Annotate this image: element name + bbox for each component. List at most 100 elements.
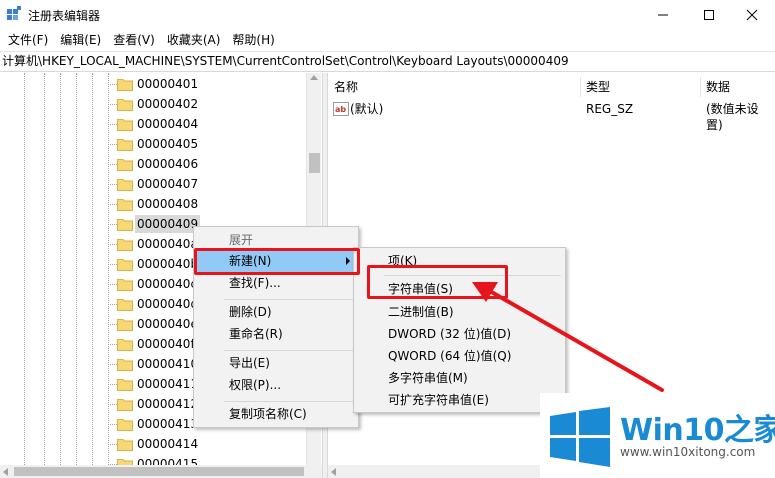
submenu-item-multi-string-value[interactable]: 多字符串值(M) <box>354 367 565 389</box>
menu-item-copy-key-name[interactable]: 复制项名称(C) <box>194 403 358 425</box>
tree-connector <box>108 224 117 225</box>
maximize-button[interactable] <box>686 0 732 30</box>
folder-icon <box>117 239 133 251</box>
tree-item[interactable]: 00000405 <box>108 134 308 154</box>
menu-help[interactable]: 帮助(H) <box>228 30 280 50</box>
folder-icon <box>117 359 133 371</box>
tree-item-label: 00000414 <box>137 437 199 451</box>
tree-item-label: 00000402 <box>137 97 199 111</box>
scrollbar-thumb[interactable] <box>309 153 320 173</box>
tree-item-label: 00000411 <box>137 377 199 391</box>
tree-item[interactable]: 00000407 <box>108 174 308 194</box>
tree-horizontal-scrollbar[interactable] <box>0 465 322 478</box>
tree-connector <box>108 184 117 185</box>
scrollbar-thumb[interactable] <box>14 467 304 476</box>
values-horizontal-scrollbar[interactable] <box>328 465 543 478</box>
column-header-data[interactable]: 数据 <box>706 77 730 97</box>
column-header-name[interactable]: 名称 <box>334 77 358 97</box>
folder-icon <box>117 319 133 331</box>
submenu-item-qword-value[interactable]: QWORD (64 位)值(Q) <box>354 345 565 367</box>
tree-connector <box>108 244 117 245</box>
annotation-highlight-box <box>194 248 360 275</box>
close-button[interactable] <box>729 0 775 30</box>
folder-icon <box>117 339 133 351</box>
folder-icon <box>117 219 133 231</box>
scroll-left-icon[interactable] <box>331 468 336 476</box>
folder-icon <box>117 419 133 431</box>
column-divider[interactable] <box>700 77 701 97</box>
tree-item[interactable]: 00000415 <box>108 454 308 465</box>
registry-editor-icon <box>7 6 21 20</box>
tree-connector <box>108 444 117 445</box>
menu-file[interactable]: 文件(F) <box>4 30 54 50</box>
windows-logo-icon <box>550 407 610 467</box>
folder-icon <box>117 259 133 271</box>
folder-icon <box>117 179 133 191</box>
tree-item-label: 0000040c <box>137 277 198 291</box>
column-divider[interactable] <box>580 77 581 97</box>
menu-separator <box>224 299 354 300</box>
tree-guide-line <box>44 73 45 465</box>
scroll-up-icon[interactable] <box>310 75 318 80</box>
tree-connector <box>108 304 117 305</box>
column-header-type[interactable]: 类型 <box>586 77 610 97</box>
tree-item-label: 00000401 <box>137 77 199 91</box>
watermark: Win10之家 www.win10xitong.com <box>540 393 775 478</box>
menu-edit[interactable]: 编辑(E) <box>56 30 107 50</box>
maximize-icon <box>704 10 714 20</box>
tree-item-label: 00000405 <box>137 137 199 151</box>
tree-item-label: 00000413 <box>137 417 199 431</box>
tree-item-label: 00000406 <box>137 157 199 171</box>
submenu-item-expandable-string-value[interactable]: 可扩充字符串值(E) <box>354 389 565 411</box>
tree-item[interactable]: 00000414 <box>108 434 308 454</box>
address-bar[interactable]: 计算机\HKEY_LOCAL_MACHINE\SYSTEM\CurrentCon… <box>0 51 775 72</box>
tree-connector <box>108 344 117 345</box>
tree-connector <box>108 284 117 285</box>
tree-item[interactable]: 00000408 <box>108 194 308 214</box>
watermark-brand-win10: Win10 <box>620 413 724 448</box>
tree-item[interactable]: 00000402 <box>108 94 308 114</box>
tree-item-label: 00000415 <box>137 457 199 465</box>
submenu-item-binary-value[interactable]: 二进制值(B) <box>354 301 565 323</box>
folder-icon <box>117 459 133 465</box>
menu-separator <box>224 350 354 351</box>
menu-favorites[interactable]: 收藏夹(A) <box>163 30 227 50</box>
tree-connector <box>108 104 117 105</box>
value-type: REG_SZ <box>586 102 634 116</box>
value-data: (数值未设置) <box>706 102 759 132</box>
folder-icon <box>117 159 133 171</box>
annotation-highlight-box <box>367 265 508 299</box>
value-name: (默认) <box>350 102 384 116</box>
tree-item[interactable]: 00000404 <box>108 114 308 134</box>
tree-connector <box>108 264 117 265</box>
folder-icon <box>117 379 133 391</box>
scroll-left-icon[interactable] <box>3 468 8 476</box>
menu-separator <box>224 401 354 402</box>
tree-item-label: 0000040b <box>137 257 199 271</box>
svg-text:ab: ab <box>335 105 346 114</box>
menu-item-delete[interactable]: 删除(D) <box>194 301 358 323</box>
tree-guide-line <box>60 73 61 465</box>
menu-item-export[interactable]: 导出(E) <box>194 352 358 374</box>
tree-item[interactable]: 00000401 <box>108 74 308 94</box>
folder-icon <box>117 299 133 311</box>
tree-item[interactable]: 00000406 <box>108 154 308 174</box>
tree-item-label: 00000409 <box>135 215 201 233</box>
folder-icon <box>117 439 133 451</box>
menu-item-permissions[interactable]: 权限(P)... <box>194 374 358 396</box>
value-row[interactable]: ab (默认) REG_SZ (数值未设置) <box>328 99 775 132</box>
folder-icon <box>117 139 133 151</box>
tree-connector <box>108 164 117 165</box>
tree-item-label: 0000040e <box>137 317 198 331</box>
submenu-item-dword-value[interactable]: DWORD (32 位)值(D) <box>354 323 565 345</box>
tree-guide-line <box>24 73 25 465</box>
menu-item-find[interactable]: 查找(F)... <box>194 272 358 294</box>
minimize-button[interactable] <box>640 0 686 30</box>
folder-icon <box>117 99 133 111</box>
title-bar: 注册表编辑器 <box>0 0 775 30</box>
menu-item-rename[interactable]: 重命名(R) <box>194 323 358 345</box>
menu-view[interactable]: 查看(V) <box>109 30 161 50</box>
folder-icon <box>117 79 133 91</box>
tree-connector <box>108 324 117 325</box>
tree-connector <box>108 124 117 125</box>
